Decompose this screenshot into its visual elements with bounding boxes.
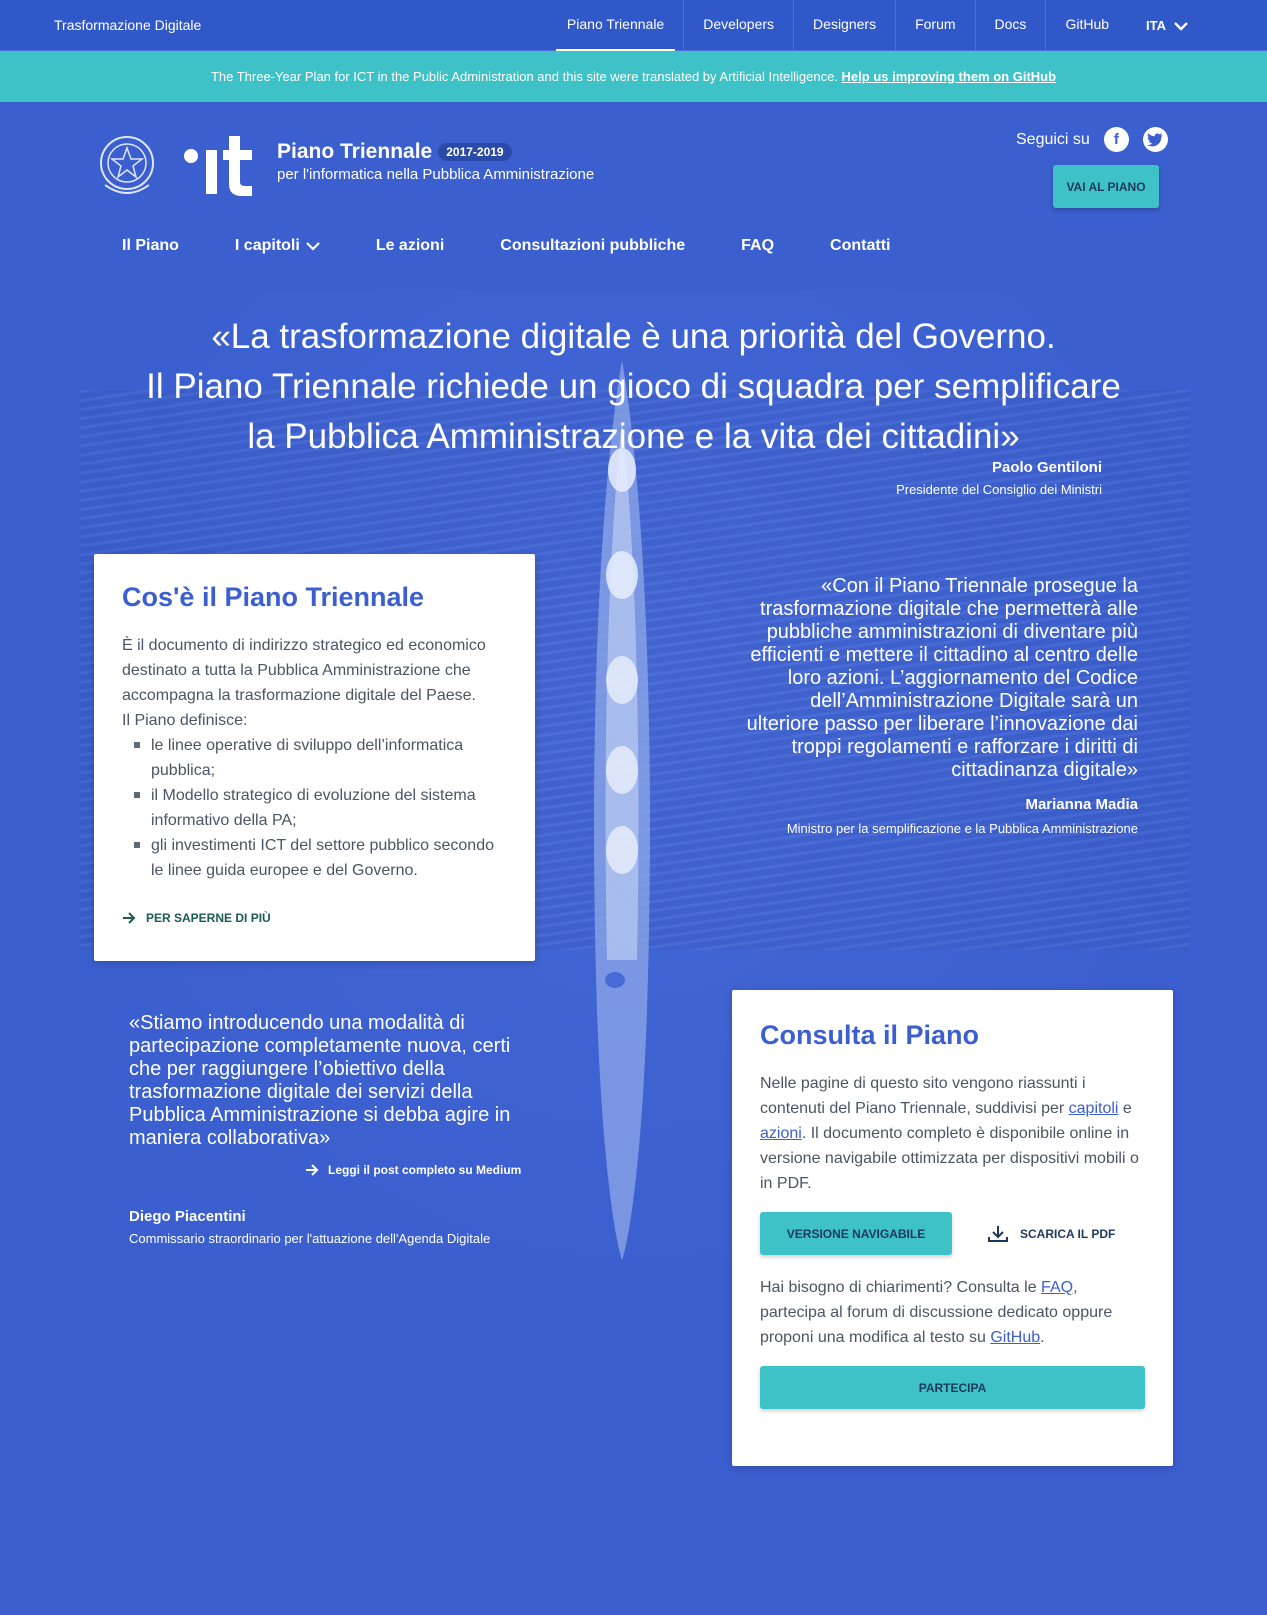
list-item: le linee operative di sviluppo dell’info… — [134, 733, 507, 783]
topnav-github[interactable]: GitHub — [1045, 0, 1128, 51]
faq-link[interactable]: FAQ — [1041, 1279, 1073, 1296]
nav-contatti[interactable]: Contatti — [830, 237, 890, 255]
nav-label: Le azioni — [375, 237, 445, 254]
nav-label: Contatti — [830, 237, 891, 254]
nav-il-piano[interactable]: Il Piano — [122, 237, 179, 255]
consult-help-text: Hai bisogno di chiarimenti? Consulta le … — [760, 1275, 1145, 1350]
rowing-boat-image — [594, 360, 650, 1260]
about-card-title: Cos'è il Piano Triennale — [122, 582, 425, 612]
download-pdf-button[interactable]: SCARICA IL PDF — [988, 1225, 1115, 1243]
language-selector[interactable]: ITA — [1128, 0, 1207, 51]
nav-i-capitoli[interactable]: I capitoli — [235, 237, 320, 255]
text-span: e — [1118, 1100, 1132, 1117]
author-role: Presidente del Consiglio dei Ministri — [896, 482, 1102, 497]
author-name: Paolo Gentiloni — [991, 459, 1102, 476]
hero-quote-line: «La trasformazione digitale è una priori… — [211, 317, 1056, 356]
arrow-right-icon — [123, 912, 136, 924]
follow-label: Seguici su — [1016, 130, 1090, 148]
chevron-down-icon — [1174, 21, 1188, 31]
nav-faq[interactable]: FAQ — [741, 237, 774, 255]
consult-button-row: VERSIONE NAVIGABILE SCARICA IL PDF — [760, 1212, 1145, 1255]
partecipa-button[interactable]: PARTECIPA — [760, 1366, 1145, 1409]
learn-more-link[interactable]: PER SAPERNE DI PIÙ — [122, 911, 507, 925]
author-role: Commissario straordinario per l'attuazio… — [129, 1231, 491, 1246]
hero-quote: «La trasformazione digitale è una priori… — [120, 312, 1147, 462]
text-span: . — [1040, 1329, 1045, 1346]
years-badge: 2017-2019 — [438, 143, 512, 161]
madia-quote: «Con il Piano Triennale prosegue la tras… — [746, 575, 1138, 781]
versione-navigabile-button[interactable]: VERSIONE NAVIGABILE — [760, 1212, 952, 1255]
learn-more-label: PER SAPERNE DI PIÙ — [146, 911, 271, 925]
top-bar: Trasformazione Digitale Piano Triennale … — [0, 0, 1267, 51]
banner-text: The Three-Year Plan for ICT in the Publi… — [210, 69, 838, 84]
nav-label: Il Piano — [122, 237, 179, 254]
topnav-developers[interactable]: Developers — [683, 0, 793, 51]
nav-label: Consultazioni pubbliche — [500, 237, 686, 254]
nav-label: I capitoli — [234, 237, 300, 254]
piacentini-quote-author: Diego Piacentini Commissario straordinar… — [129, 1208, 490, 1246]
it-logo-icon — [184, 136, 252, 196]
hero-quote-author: Paolo Gentiloni Presidente del Consiglio… — [896, 459, 1102, 497]
arrow-right-icon — [306, 1164, 319, 1176]
capitoli-link[interactable]: capitoli — [1069, 1100, 1119, 1117]
site-title-block[interactable]: Piano Triennale 2017-2019 per l'informat… — [277, 140, 594, 183]
site-title: Piano Triennale — [277, 140, 433, 163]
consult-card-text: Nelle pagine di questo sito vengono rias… — [760, 1071, 1145, 1196]
topnav-designers[interactable]: Designers — [793, 0, 895, 51]
facebook-icon[interactable]: f — [1103, 127, 1129, 152]
github-link[interactable]: GitHub — [990, 1329, 1040, 1346]
piacentini-quote: «Stiamo introducendo una modalità di par… — [129, 1012, 511, 1149]
nav-label: FAQ — [741, 237, 775, 254]
author-role: Ministro per la semplificazione e la Pub… — [786, 821, 1138, 836]
list-item: gli investimenti ICT del settore pubblic… — [134, 833, 507, 883]
download-icon — [988, 1225, 1008, 1242]
social-links: Seguici su f — [1016, 127, 1168, 152]
top-nav: Piano Triennale Developers Designers For… — [548, 0, 1207, 51]
author-name: Marianna Madia — [1025, 796, 1138, 813]
language-label: ITA — [1146, 17, 1166, 33]
hero-quote-line: Il Piano Triennale richiede un gioco di … — [146, 367, 1121, 406]
author-name: Diego Piacentini — [129, 1208, 246, 1225]
banner-github-link[interactable]: Help us improving them on GitHub — [842, 69, 1057, 84]
list-item: il Modello strategico di evoluzione del … — [134, 783, 507, 833]
twitter-icon[interactable] — [1142, 127, 1168, 152]
text-span: . Il documento completo è disponibile on… — [760, 1125, 1139, 1192]
download-pdf-label: SCARICA IL PDF — [1020, 1226, 1116, 1241]
madia-quote-author: Marianna Madia Ministro per la semplific… — [787, 796, 1138, 836]
about-card-defines: Il Piano definisce: — [122, 712, 248, 729]
nav-le-azioni[interactable]: Le azioni — [376, 237, 444, 255]
about-card: Cos'è il Piano Triennale È il documento … — [94, 554, 535, 961]
republic-emblem-icon — [100, 136, 154, 194]
brand-link[interactable]: Trasformazione Digitale — [54, 17, 201, 33]
about-card-list: le linee operative di sviluppo dell’info… — [134, 733, 507, 883]
azioni-link[interactable]: azioni — [760, 1125, 802, 1142]
site-subtitle: per l'informatica nella Pubblica Amminis… — [277, 166, 595, 183]
consult-card: Consulta il Piano Nelle pagine di questo… — [732, 990, 1173, 1466]
medium-post-label: Leggi il post completo su Medium — [328, 1163, 522, 1177]
hero-quote-line: la Pubblica Amministrazione e la vita de… — [247, 417, 1020, 456]
topnav-piano-triennale[interactable]: Piano Triennale — [548, 0, 683, 51]
nav-consultazioni[interactable]: Consultazioni pubbliche — [500, 237, 685, 255]
chevron-down-icon — [306, 242, 320, 251]
topnav-docs[interactable]: Docs — [974, 0, 1046, 51]
main-nav: Il Piano I capitoli Le azioni Consultazi… — [122, 237, 946, 255]
consult-card-title: Consulta il Piano — [760, 1020, 980, 1050]
topnav-forum[interactable]: Forum — [895, 0, 974, 51]
translation-banner: The Three-Year Plan for ICT in the Publi… — [0, 51, 1267, 102]
text-span: Hai bisogno di chiarimenti? Consulta le — [760, 1279, 1042, 1296]
text-span: Nelle pagine di questo sito vengono rias… — [760, 1075, 1086, 1117]
medium-post-link[interactable]: Leggi il post completo su Medium — [305, 1163, 521, 1177]
about-card-intro: È il documento di indirizzo strategico e… — [122, 637, 486, 704]
vai-al-piano-button[interactable]: VAI AL PIANO — [1053, 165, 1159, 208]
